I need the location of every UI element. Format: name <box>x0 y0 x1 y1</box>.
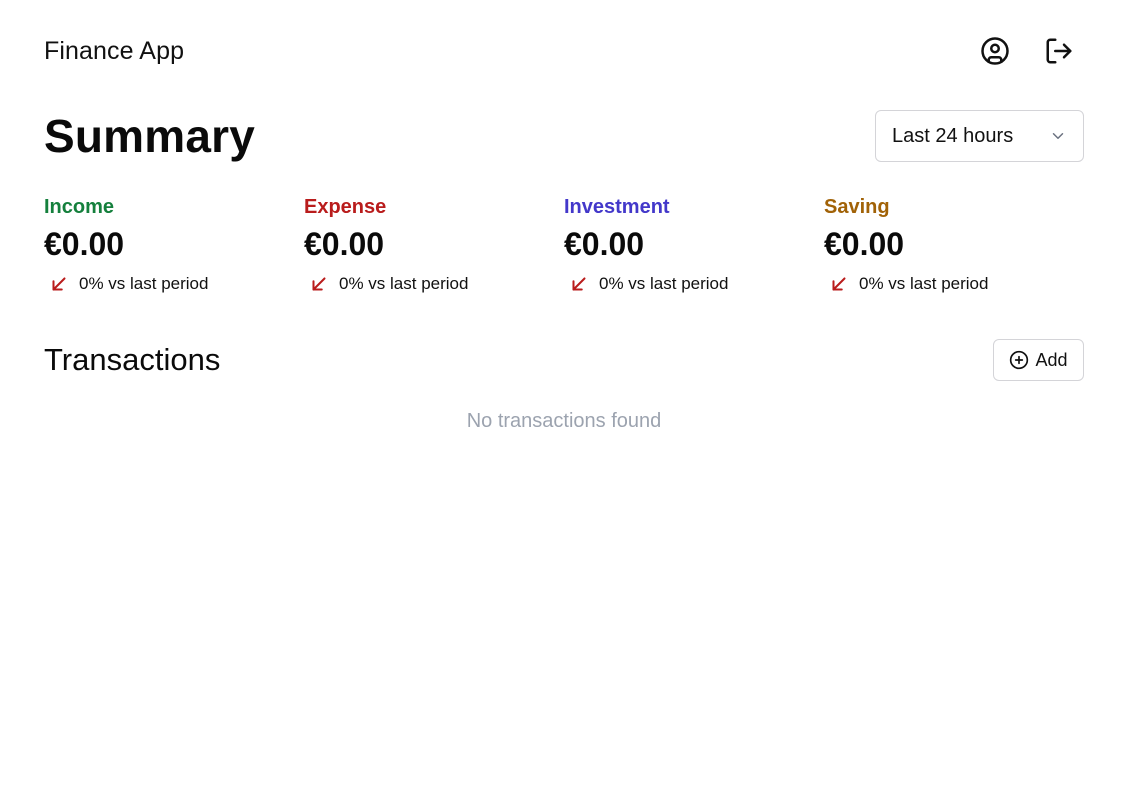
stat-saving: Saving €0.00 0% vs last period <box>824 193 1084 296</box>
stat-change-text: 0% vs last period <box>339 274 469 293</box>
stat-change-text: 0% vs last period <box>79 274 209 293</box>
stat-change: 0% vs last period <box>304 272 564 296</box>
stat-change: 0% vs last period <box>44 272 304 296</box>
app-title: Finance App <box>44 36 185 65</box>
stat-label: Investment <box>564 196 670 218</box>
period-select[interactable]: Last 24 hours <box>875 110 1084 162</box>
arrow-down-left-icon <box>572 277 586 291</box>
chevron-down-icon <box>1052 133 1064 139</box>
stat-income: Income €0.00 0% vs last period <box>44 193 304 296</box>
app-root: Finance App Summary Last 24 hours Income… <box>0 0 1134 800</box>
user-circle-icon <box>981 37 1009 65</box>
stat-label: Income <box>44 196 115 218</box>
stat-value: €0.00 <box>564 226 645 262</box>
top-bar: Finance App <box>44 0 1084 100</box>
arrow-down-left-icon <box>832 277 846 291</box>
stat-value: €0.00 <box>824 226 905 262</box>
stat-investment: Investment €0.00 0% vs last period <box>564 193 824 296</box>
stat-change: 0% vs last period <box>564 272 824 296</box>
summary-header: Summary Last 24 hours <box>44 97 1084 175</box>
stat-label: Saving <box>824 196 890 218</box>
stat-expense: Expense €0.00 0% vs last period <box>304 193 564 296</box>
add-transaction-button[interactable]: Add <box>993 339 1084 381</box>
stat-change: 0% vs last period <box>824 272 1084 296</box>
arrow-down-left-icon <box>312 277 326 291</box>
profile-button[interactable] <box>980 36 1010 66</box>
stat-value: €0.00 <box>44 226 125 262</box>
logout-button[interactable] <box>1044 36 1074 66</box>
page-title: Summary <box>44 110 256 162</box>
log-out-icon <box>1046 38 1072 64</box>
arrow-down-left-icon <box>52 277 66 291</box>
transactions-header: Transactions Add <box>44 335 1084 385</box>
stat-value: €0.00 <box>304 226 385 262</box>
top-bar-actions <box>980 36 1074 66</box>
period-select-value: Last 24 hours <box>892 124 1014 147</box>
transactions-title: Transactions <box>44 342 221 377</box>
summary-stats: Income €0.00 0% vs last period Expense €… <box>44 193 1084 296</box>
add-button-label: Add <box>1035 349 1068 370</box>
plus-circle-icon <box>1010 350 1029 370</box>
stat-change-text: 0% vs last period <box>599 274 729 293</box>
stat-label: Expense <box>304 196 387 218</box>
empty-state-message: No transactions found <box>466 410 662 432</box>
stat-change-text: 0% vs last period <box>859 274 989 293</box>
